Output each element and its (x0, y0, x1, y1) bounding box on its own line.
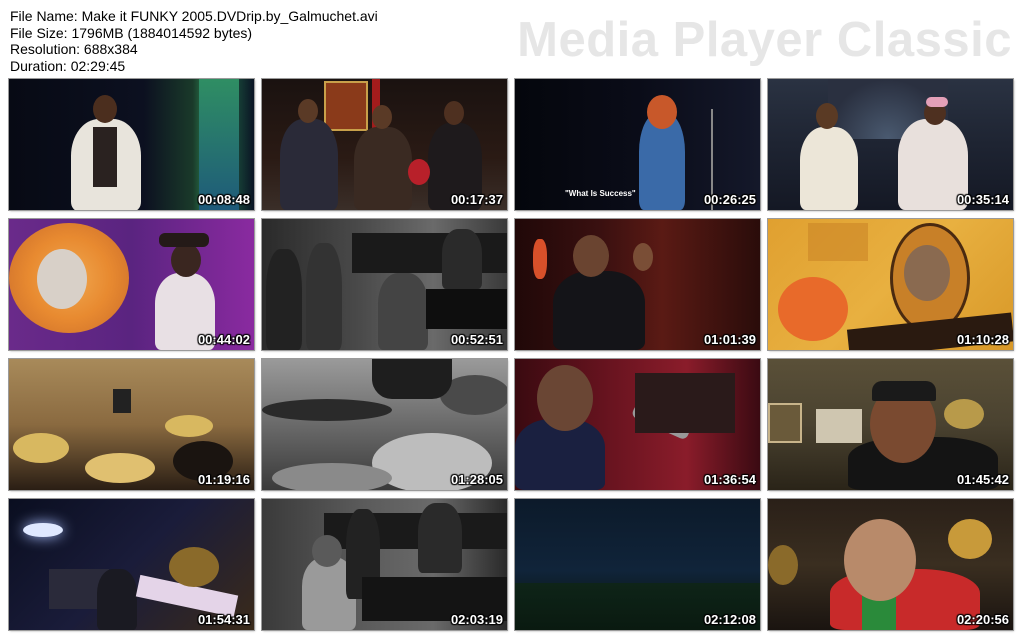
thumbnail[interactable]: 01:28:05 (261, 358, 508, 491)
timestamp: 02:12:08 (703, 612, 756, 627)
thumbnail-image (515, 79, 760, 210)
timestamp: 00:26:25 (703, 192, 756, 207)
thumbnail-image (9, 499, 254, 630)
subtitle-caption: "What Is Success" (565, 189, 636, 198)
thumbnail-image (515, 359, 760, 490)
thumbnail-image (262, 359, 507, 490)
timestamp: 00:52:51 (450, 332, 503, 347)
thumbnail[interactable]: 02:20:56 (767, 498, 1014, 631)
thumbnail-image (515, 499, 760, 630)
timestamp: 01:54:31 (197, 612, 250, 627)
thumbnail[interactable]: 00:08:48 (8, 78, 255, 211)
thumbnail[interactable]: 02:03:19 (261, 498, 508, 631)
thumbnail[interactable]: 01:54:31 (8, 498, 255, 631)
thumbnail-image (768, 499, 1013, 630)
timestamp: 01:45:42 (956, 472, 1009, 487)
thumbnail-image (768, 359, 1013, 490)
thumbnail[interactable]: 01:45:42 (767, 358, 1014, 491)
thumbnail[interactable]: 01:19:16 (8, 358, 255, 491)
timestamp: 01:19:16 (197, 472, 250, 487)
thumbnail-image (9, 359, 254, 490)
thumbnail[interactable]: 00:17:37 (261, 78, 508, 211)
thumbnail-image (9, 219, 254, 350)
thumbnail-image (262, 219, 507, 350)
thumbnail[interactable]: 01:36:54 (514, 358, 761, 491)
timestamp: 00:44:02 (197, 332, 250, 347)
file-name: File Name: Make it FUNKY 2005.DVDrip.by_… (10, 8, 378, 24)
thumbnail[interactable]: 00:44:02 (8, 218, 255, 351)
file-size: File Size: 1796MB (1884014592 bytes) (10, 24, 253, 41)
thumbnail[interactable]: 00:35:14 (767, 78, 1014, 211)
thumbnail-image (515, 219, 760, 350)
timestamp: 00:08:48 (197, 192, 250, 207)
thumbnail[interactable]: 02:12:08 (514, 498, 761, 631)
thumbnail-image (768, 219, 1013, 350)
resolution: Resolution: 688x384 (10, 41, 138, 57)
timestamp: 01:10:28 (956, 332, 1009, 347)
duration: Duration: 02:29:45 (10, 57, 126, 74)
thumbnail-image (768, 79, 1013, 210)
timestamp: 01:28:05 (450, 472, 503, 487)
thumbnail[interactable]: 01:01:39 (514, 218, 761, 351)
timestamp: 00:35:14 (956, 192, 1009, 207)
timestamp: 02:20:56 (956, 612, 1009, 627)
timestamp: 02:03:19 (450, 612, 503, 627)
thumbnail[interactable]: "What Is Success" 00:26:25 (514, 78, 761, 211)
timestamp: 01:36:54 (703, 472, 756, 487)
timestamp: 01:01:39 (703, 332, 756, 347)
thumbnail-image (9, 79, 254, 210)
thumbnail[interactable]: 00:52:51 (261, 218, 508, 351)
thumbnail-image (262, 499, 507, 630)
thumbnail[interactable]: 01:10:28 (767, 218, 1014, 351)
thumbnail-grid: 00:08:48 00:17:37 "What Is Success" 00:2… (8, 78, 1015, 631)
timestamp: 00:17:37 (450, 192, 503, 207)
file-info: File Name: Make it FUNKY 2005.DVDrip.by_… (10, 8, 378, 74)
brand-watermark: Media Player Classic (517, 13, 1012, 67)
thumbnail-image (262, 79, 507, 210)
